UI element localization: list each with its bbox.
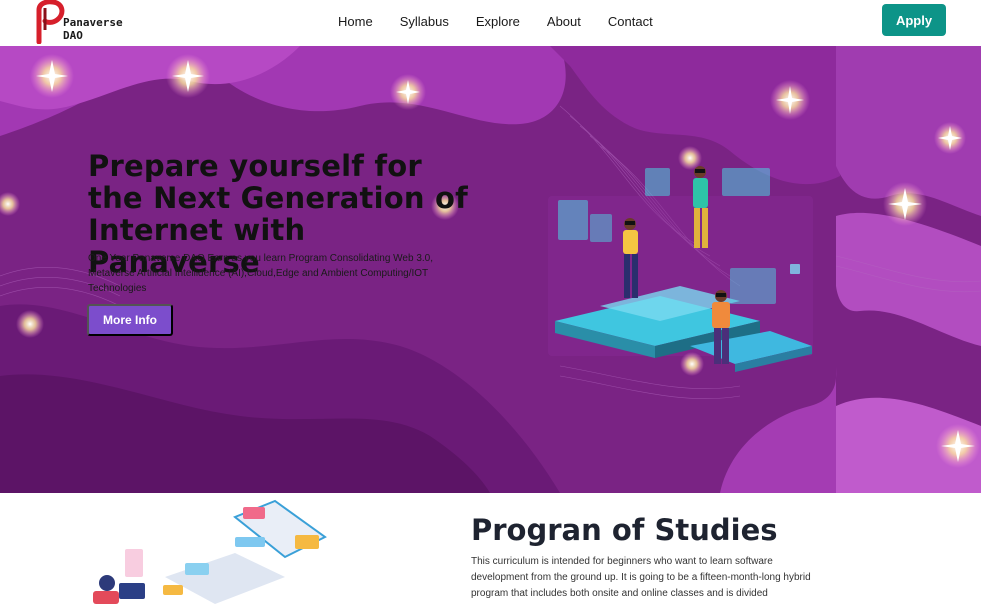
hero-section: Prepare yourself for the Next Generation… (0, 46, 981, 493)
brand-line1: Panaverse (63, 16, 123, 29)
hero-subtitle: One Year Panaverse DAO Earn as you learn… (88, 253, 434, 294)
apply-button[interactable]: Apply (882, 4, 946, 36)
more-info-button[interactable]: More Info (87, 304, 173, 336)
nav-syllabus[interactable]: Syllabus (400, 14, 449, 29)
brand-name: Panaverse DAO (63, 16, 123, 42)
brand-line2: DAO (63, 29, 83, 42)
nav-home[interactable]: Home (338, 14, 373, 29)
nav-menu: Home Syllabus Explore About Contact (330, 14, 680, 29)
navbar: Panaverse DAO Home Syllabus Explore Abou… (0, 0, 981, 46)
brand-logo[interactable]: Panaverse DAO (33, 0, 133, 44)
nav-contact[interactable]: Contact (608, 14, 653, 29)
nav-explore[interactable]: Explore (476, 14, 520, 29)
program-illustration (93, 499, 327, 604)
program-section: Progran of Studies This curriculum is in… (0, 493, 981, 604)
program-title: Progran of Studies (471, 513, 778, 547)
nav-about[interactable]: About (547, 14, 581, 29)
program-description: This curriculum is intended for beginner… (471, 556, 811, 599)
